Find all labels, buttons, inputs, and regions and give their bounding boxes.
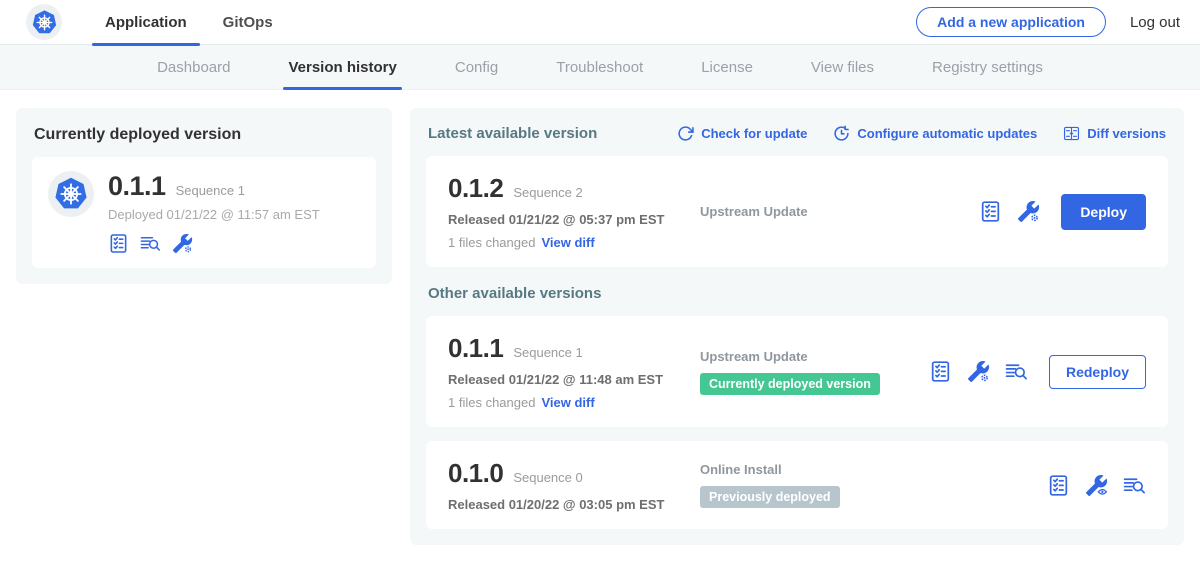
deployed-version-card: 0.1.1 Sequence 1 Deployed 01/21/22 @ 11:… <box>32 157 376 268</box>
version-source-label: Upstream Update <box>700 204 979 219</box>
subnav-tab-view-files[interactable]: View files <box>782 45 903 90</box>
sequence-label: Sequence 2 <box>513 185 582 200</box>
released-timestamp: Released 01/21/22 @ 05:37 pm EST <box>448 212 700 227</box>
deployed-version-number: 0.1.1 <box>108 171 166 202</box>
top-tabs: Application GitOps <box>92 0 296 45</box>
version-row-0-1-0: 0.1.0 Sequence 0 Released 01/20/22 @ 03:… <box>426 441 1168 529</box>
config-icon[interactable] <box>1017 200 1040 223</box>
version-number: 0.1.1 <box>448 333 503 364</box>
preflight-checks-icon[interactable] <box>108 233 129 254</box>
deployed-version-info: 0.1.1 Sequence 1 Deployed 01/21/22 @ 11:… <box>108 171 320 254</box>
other-versions-title: Other available versions <box>428 285 1166 302</box>
redeploy-button[interactable]: Redeploy <box>1049 355 1146 389</box>
config-icon[interactable] <box>967 360 990 383</box>
subnav-tab-registry-settings[interactable]: Registry settings <box>903 45 1072 90</box>
tab-gitops-label: GitOps <box>223 14 273 31</box>
app-subnav: Dashboard Version history Config Trouble… <box>0 45 1200 90</box>
tab-gitops[interactable]: GitOps <box>210 0 286 45</box>
subnav-tab-troubleshoot[interactable]: Troubleshoot <box>527 45 672 90</box>
add-application-button[interactable]: Add a new application <box>916 7 1106 37</box>
main-content: Currently deployed version 0.1.1 Sequenc… <box>0 90 1200 545</box>
deployed-card-title: Currently deployed version <box>34 126 376 144</box>
check-for-update-link[interactable]: Check for update <box>677 125 807 142</box>
deploy-logs-icon[interactable] <box>1123 474 1146 497</box>
subnav-tab-dashboard[interactable]: Dashboard <box>128 45 259 90</box>
currently-deployed-badge: Currently deployed version <box>700 373 880 395</box>
panel-actions: Check for update Configure automatic upd… <box>677 125 1166 142</box>
refresh-icon <box>677 125 694 142</box>
version-source-label: Online Install <box>700 462 1047 477</box>
view-diff-link[interactable]: View diff <box>541 395 594 410</box>
sequence-label: Sequence 1 <box>513 345 582 360</box>
diff-icon <box>1063 125 1080 142</box>
currently-deployed-card: Currently deployed version 0.1.1 Sequenc… <box>16 108 392 284</box>
released-timestamp: Released 01/20/22 @ 03:05 pm EST <box>448 497 700 512</box>
config-icon[interactable] <box>172 233 193 254</box>
preflight-checks-icon[interactable] <box>979 200 1002 223</box>
previously-deployed-badge: Previously deployed <box>700 486 840 508</box>
topbar-right: Add a new application Log out <box>916 7 1180 37</box>
config-view-icon[interactable] <box>1085 474 1108 497</box>
deployed-timestamp: Deployed 01/21/22 @ 11:57 am EST <box>108 207 320 222</box>
view-diff-link[interactable]: View diff <box>541 235 594 250</box>
schedule-update-icon <box>833 125 850 142</box>
deploy-logs-icon[interactable] <box>140 233 161 254</box>
preflight-checks-icon[interactable] <box>929 360 952 383</box>
version-source-label: Upstream Update <box>700 349 929 364</box>
app-icon <box>48 171 94 217</box>
subnav-tab-version-history[interactable]: Version history <box>259 45 425 90</box>
configure-automatic-updates-link[interactable]: Configure automatic updates <box>833 125 1037 142</box>
logout-link[interactable]: Log out <box>1130 14 1180 31</box>
released-timestamp: Released 01/21/22 @ 11:48 am EST <box>448 372 700 387</box>
sequence-label: Sequence 0 <box>513 470 582 485</box>
subnav-tab-license[interactable]: License <box>672 45 782 90</box>
deploy-button[interactable]: Deploy <box>1061 194 1146 230</box>
version-row-0-1-1: 0.1.1 Sequence 1 Released 01/21/22 @ 11:… <box>426 316 1168 427</box>
preflight-checks-icon[interactable] <box>1047 474 1070 497</box>
deployed-sequence-label: Sequence 1 <box>176 183 245 198</box>
kubernetes-logo-icon <box>26 4 62 40</box>
tab-application-label: Application <box>105 14 187 31</box>
tab-application[interactable]: Application <box>92 0 200 45</box>
version-history-panel: Latest available version Check for updat… <box>410 108 1184 545</box>
version-number: 0.1.2 <box>448 173 503 204</box>
top-header: Application GitOps Add a new application… <box>0 0 1200 45</box>
diff-versions-link[interactable]: Diff versions <box>1063 125 1166 142</box>
kots-admin-console: Application GitOps Add a new application… <box>0 0 1200 545</box>
subnav-tab-config[interactable]: Config <box>426 45 527 90</box>
version-number: 0.1.0 <box>448 458 503 489</box>
files-changed-label: 1 files changed <box>448 395 535 410</box>
files-changed-label: 1 files changed <box>448 235 535 250</box>
latest-version-title: Latest available version <box>428 125 597 142</box>
version-row-0-1-2: 0.1.2 Sequence 2 Released 01/21/22 @ 05:… <box>426 156 1168 267</box>
deploy-logs-icon[interactable] <box>1005 360 1028 383</box>
